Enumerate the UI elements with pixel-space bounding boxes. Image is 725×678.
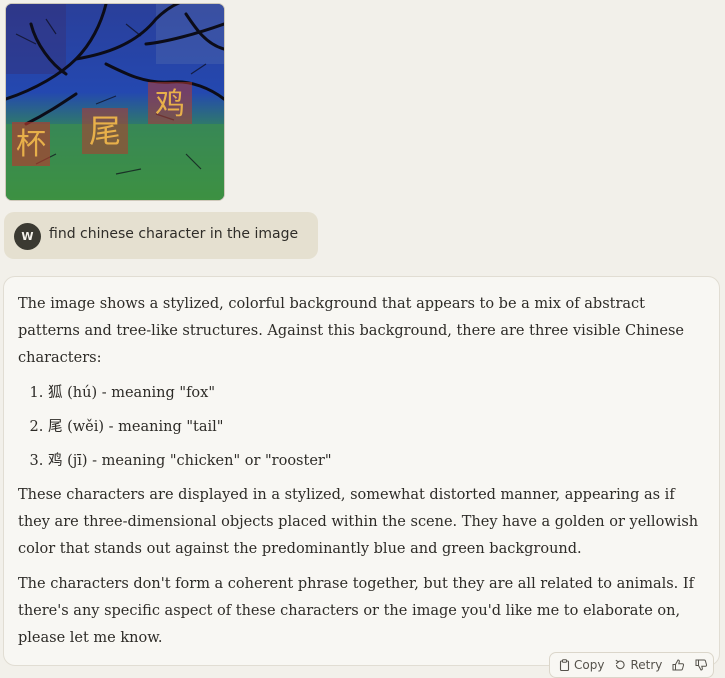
assistant-paragraph-1: The image shows a stylized, colorful bac… — [18, 296, 685, 366]
thumbs-down-button[interactable] — [695, 659, 712, 671]
message-actions: Copy Retry — [549, 652, 714, 678]
list-item: 鸡 (jī) - meaning "chicken" or "rooster" — [48, 448, 705, 474]
retry-icon — [615, 659, 626, 670]
copy-button[interactable]: Copy — [559, 658, 604, 672]
assistant-paragraph-2: These characters are displayed in a styl… — [18, 487, 699, 557]
image-character-2: 尾 — [89, 112, 121, 150]
list-item: 狐 (hú) - meaning "fox" — [48, 380, 705, 406]
attached-image[interactable]: 杯 尾 鸡 — [5, 3, 225, 201]
image-character-3: 鸡 — [155, 87, 185, 122]
character-list: 狐 (hú) - meaning "fox" 尾 (wěi) - meaning… — [18, 380, 705, 474]
list-item: 尾 (wěi) - meaning "tail" — [48, 414, 705, 440]
assistant-message: The image shows a stylized, colorful bac… — [3, 276, 720, 666]
copy-label: Copy — [574, 658, 605, 672]
thumbs-down-icon — [695, 659, 708, 671]
user-message: W find chinese character in the image — [4, 212, 318, 259]
retry-button[interactable]: Retry — [614, 658, 662, 672]
attached-image-art: 杯 尾 鸡 — [6, 4, 224, 200]
thumbs-up-icon — [672, 659, 685, 671]
clipboard-icon — [559, 659, 570, 671]
assistant-paragraph-3: The characters don't form a coherent phr… — [18, 576, 694, 646]
user-message-text: find chinese character in the image — [49, 226, 299, 242]
retry-label: Retry — [630, 658, 663, 672]
user-avatar: W — [14, 223, 41, 250]
thumbs-up-button[interactable] — [672, 659, 689, 671]
image-character-1: 杯 — [16, 127, 46, 162]
